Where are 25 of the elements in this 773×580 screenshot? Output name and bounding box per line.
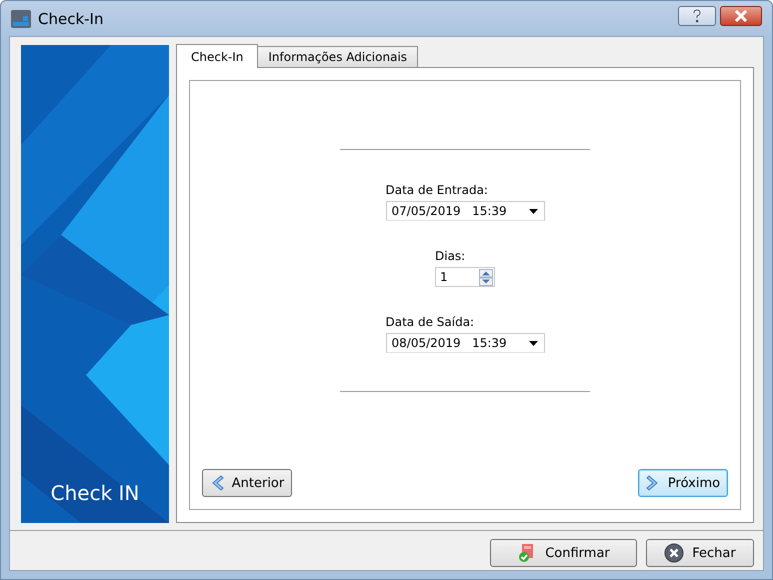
window-title: Check-In bbox=[38, 10, 104, 28]
question-mark-icon bbox=[692, 8, 702, 22]
app-icon bbox=[10, 8, 32, 28]
close-circle-icon bbox=[664, 543, 684, 563]
close-icon bbox=[734, 10, 748, 22]
chevron-left-icon bbox=[210, 475, 224, 491]
field-label: Data de Entrada: bbox=[386, 183, 489, 197]
field-label: Dias: bbox=[435, 249, 466, 263]
tab[interactable]: Informações Adicionais bbox=[257, 46, 418, 67]
number-spinner[interactable]: 1 bbox=[435, 267, 495, 287]
next-button[interactable]: Próximo bbox=[638, 469, 728, 497]
banner-caption: Check IN bbox=[50, 481, 140, 505]
spin-arrows-icon[interactable] bbox=[479, 268, 493, 286]
dropdown-arrow-icon bbox=[528, 340, 538, 346]
back-button[interactable]: Anterior bbox=[202, 469, 292, 497]
dropdown-arrow-icon bbox=[528, 208, 538, 214]
help-button[interactable] bbox=[678, 6, 716, 26]
confirm-button[interactable]: Confirmar bbox=[490, 539, 637, 567]
date-dropdown[interactable]: 07/05/2019 15:39 bbox=[386, 201, 544, 221]
date-dropdown[interactable]: 08/05/2019 15:39 bbox=[386, 333, 544, 353]
chevron-right-icon bbox=[646, 475, 660, 491]
close-button[interactable]: Fechar bbox=[646, 539, 754, 567]
tab[interactable]: Check-In bbox=[176, 44, 258, 68]
close-button[interactable] bbox=[720, 6, 762, 26]
field-label: Data de Saída: bbox=[386, 315, 476, 329]
